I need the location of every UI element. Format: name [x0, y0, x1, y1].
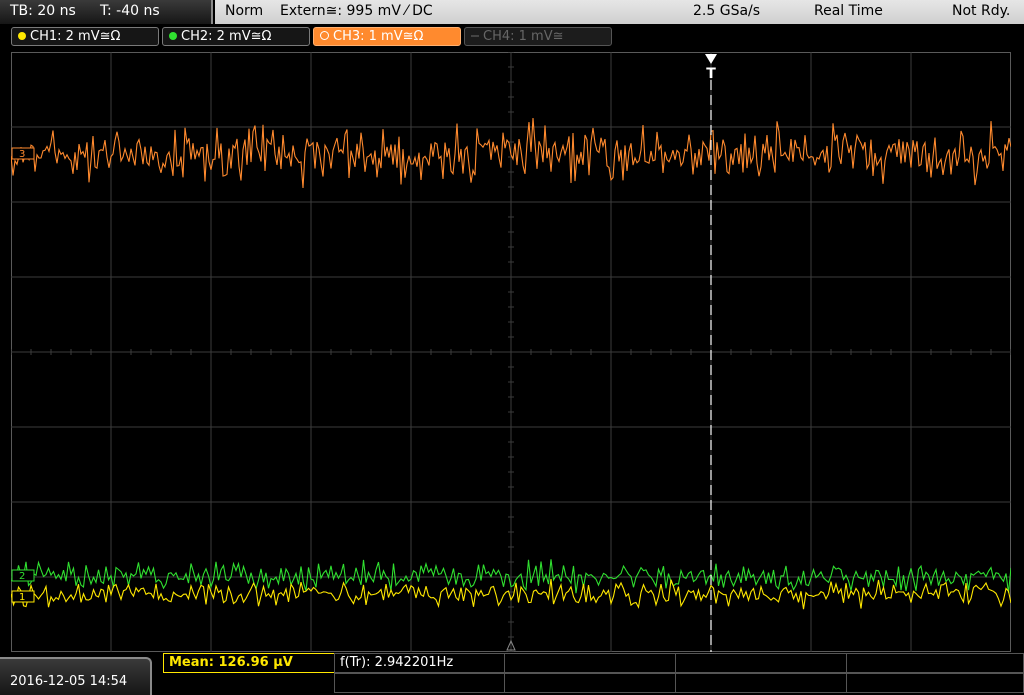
ch2-marker-label: 2: [19, 571, 25, 582]
mean-measurement[interactable]: Mean: 126.96 µV: [163, 653, 335, 673]
channel-3-label: CH3: 1 mV≅Ω: [333, 29, 424, 44]
grid: [11, 52, 1011, 652]
channel-4-dash-icon: [471, 35, 479, 37]
trigger-time-label: T: -40 ns: [100, 3, 160, 19]
channel-2-button[interactable]: CH2: 2 mV≅Ω: [162, 27, 310, 46]
datetime-label: 2016-12-05 14:54: [10, 674, 128, 689]
channel-3-dot-icon: [320, 31, 329, 40]
channel-2-dot-icon: [169, 32, 177, 40]
channel-4-button[interactable]: CH4: 1 mV≅: [464, 27, 612, 46]
channel-1-label: CH1: 2 mV≅Ω: [30, 29, 121, 44]
measurement-slot-7[interactable]: [504, 673, 676, 693]
measurement-slot-5[interactable]: [846, 653, 1024, 673]
acquisition-state-label: Not Rdy.: [952, 3, 1011, 19]
trigger-mode-label: Norm: [225, 3, 264, 19]
channel-4-label: CH4: 1 mV≅: [483, 29, 564, 44]
ch3-marker-label: 3: [19, 149, 25, 160]
trigger-arrow-icon[interactable]: [705, 54, 717, 64]
ch2-offset-marker[interactable]: 2: [11, 569, 35, 582]
datetime-box: 2016-12-05 14:54: [0, 657, 152, 695]
acquisition-mode-label: Real Time: [814, 3, 883, 19]
ch1-marker-label: 1: [19, 592, 25, 603]
trigger-source-label: Extern≅: 995 mV ⁄ DC: [280, 3, 433, 19]
timebase-label: TB: 20 ns: [10, 3, 76, 19]
measurement-panel[interactable]: Mean: 126.96 µV f(Tr): 2.942201Hz: [163, 652, 1024, 695]
status-bar: TB: 20 ns T: -40 ns Norm Extern≅: 995 mV…: [0, 0, 1024, 24]
channel-2-label: CH2: 2 mV≅Ω: [181, 29, 272, 44]
measurement-slot-8[interactable]: [675, 673, 847, 693]
measurement-slot-3[interactable]: [504, 653, 676, 673]
channel-3-button[interactable]: CH3: 1 mV≅Ω: [313, 27, 461, 46]
measurement-slot-9[interactable]: [846, 673, 1024, 693]
acquisition-strip[interactable]: Norm Extern≅: 995 mV ⁄ DC 2.5 GSa/s Real…: [215, 0, 1024, 24]
measurement-slot-4[interactable]: [675, 653, 847, 673]
channel-1-dot-icon: [18, 32, 26, 40]
timebase-box[interactable]: TB: 20 ns T: -40 ns: [0, 0, 213, 24]
channel-bar: CH1: 2 mV≅Ω CH2: 2 mV≅Ω CH3: 1 mV≅Ω CH4:…: [0, 24, 1024, 48]
measurement-slot-6[interactable]: [334, 673, 505, 693]
waveform-plot: T 3 2 1: [11, 52, 1011, 652]
sample-rate-label: 2.5 GSa/s: [693, 3, 761, 19]
frequency-measurement[interactable]: f(Tr): 2.942201Hz: [334, 653, 505, 673]
ch3-offset-marker[interactable]: 3: [11, 147, 35, 160]
trigger-marker-label: T: [706, 66, 716, 82]
channel-1-button[interactable]: CH1: 2 mV≅Ω: [11, 27, 159, 46]
ch1-offset-marker[interactable]: 1: [11, 590, 35, 603]
